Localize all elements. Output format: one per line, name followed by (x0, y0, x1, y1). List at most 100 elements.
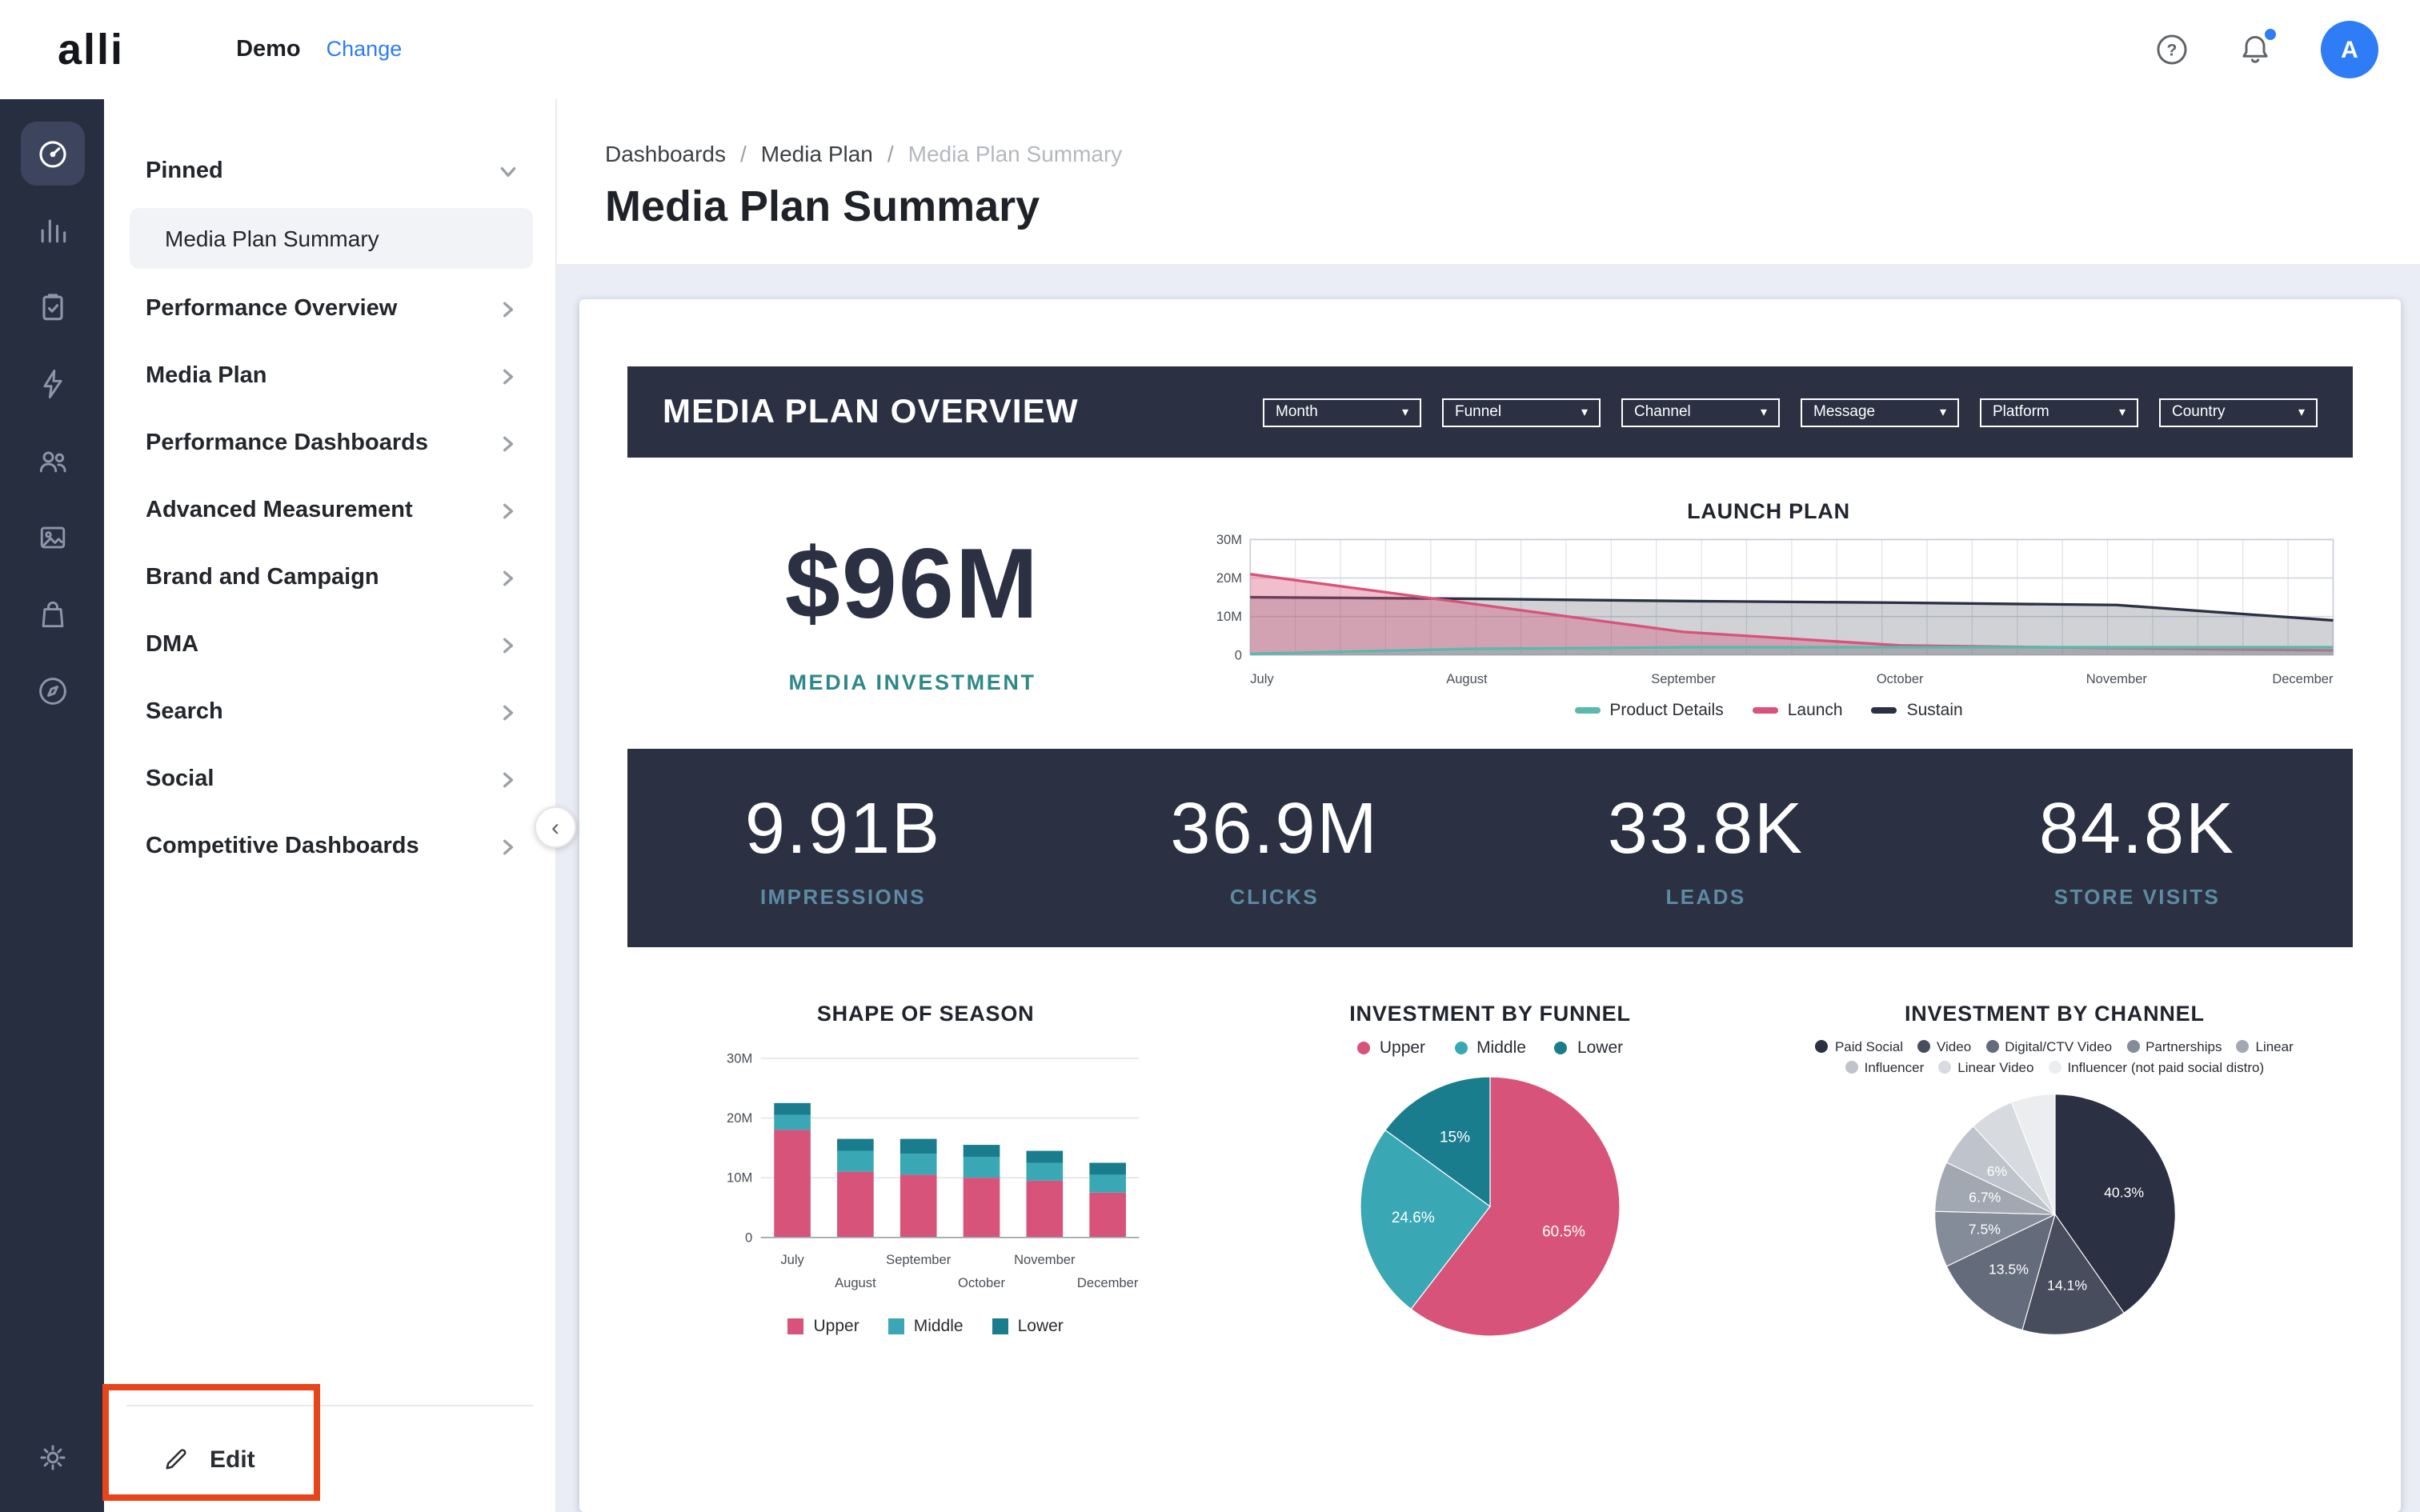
sidebar-item-label: Performance Dashboards (146, 430, 428, 456)
chart-title: INVESTMENT BY FUNNEL (1349, 1002, 1631, 1026)
app-root: alli Demo Change ? A (0, 0, 2420, 1512)
svg-text:August: August (1446, 672, 1488, 686)
svg-text:December: December (2272, 672, 2334, 686)
svg-text:20M: 20M (727, 1110, 753, 1126)
rail-item-commerce[interactable] (20, 582, 84, 646)
top-bar: alli Demo Change ? A (0, 0, 2420, 99)
sidebar-footer: Edit (104, 1405, 555, 1512)
rail-item-explore[interactable] (20, 659, 84, 723)
caret-down-icon: ▾ (1761, 406, 1767, 418)
sidebar-item-dma[interactable]: DMA (130, 611, 533, 678)
chevron-right-icon (499, 636, 517, 654)
sidebar-item-label: Media Plan (146, 363, 267, 389)
investment-value: $96M (634, 528, 1191, 642)
rail-item-audiences[interactable] (20, 429, 84, 493)
sidebar-item-performance-overview[interactable]: Performance Overview (130, 275, 533, 342)
filter-channel[interactable]: Channel ▾ (1621, 398, 1780, 426)
svg-text:24.6%: 24.6% (1392, 1210, 1435, 1226)
svg-text:13.5%: 13.5% (1988, 1262, 2028, 1278)
notifications-button[interactable] (2238, 32, 2273, 67)
chevron-right-icon (499, 502, 517, 519)
chevron-right-icon (499, 838, 517, 855)
chart-title: INVESTMENT BY CHANNEL (1905, 1002, 2205, 1026)
sidebar-item-advanced-measurement[interactable]: Advanced Measurement (130, 477, 533, 544)
rail-item-settings[interactable] (20, 1426, 84, 1490)
filter-funnel[interactable]: Funnel▾ (1442, 398, 1601, 426)
overview-title: MEDIA PLAN OVERVIEW (663, 393, 1079, 431)
rail-item-automation[interactable] (20, 352, 84, 416)
sidebar-item-performance-dashboards[interactable]: Performance Dashboards (130, 410, 533, 477)
change-workspace-link[interactable]: Change (327, 37, 403, 61)
edit-button[interactable]: Edit (104, 1406, 255, 1512)
sidebar-item-media-plan-summary[interactable]: Media Plan Summary (130, 208, 533, 269)
breadcrumb-media-plan[interactable]: Media Plan (761, 141, 873, 166)
sidebar-item-label: Social (146, 766, 214, 792)
rail-item-dashboards[interactable] (20, 122, 84, 186)
filter-month[interactable]: Month▾ (1263, 398, 1421, 426)
filter-platform[interactable]: Platform▾ (1980, 398, 2138, 426)
filter-country[interactable]: Country▾ (2159, 398, 2318, 426)
main-content: Dashboards / Media Plan / Media Plan Sum… (557, 99, 2420, 1512)
clipboard-check-icon (34, 290, 70, 325)
svg-text:6%: 6% (1986, 1163, 2007, 1179)
sidebar-section-pinned[interactable]: Pinned (130, 138, 533, 205)
sidebar-item-search[interactable]: Search (130, 678, 533, 746)
svg-text:0: 0 (1235, 648, 1242, 662)
bar-chart-icon (34, 213, 70, 248)
rail-item-creative[interactable] (20, 506, 84, 570)
chevron-right-icon (499, 569, 517, 586)
svg-text:15%: 15% (1440, 1130, 1470, 1146)
filter-label: Funnel (1455, 403, 1501, 421)
sidebar-item-competitive-dashboards[interactable]: Competitive Dashboards (130, 813, 533, 880)
rail-item-analytics[interactable] (20, 198, 84, 262)
compass-icon (34, 674, 70, 709)
avatar[interactable]: A (2321, 21, 2378, 78)
breadcrumb-dashboards[interactable]: Dashboards (605, 141, 726, 166)
sidebar-item-media-plan[interactable]: Media Plan (130, 342, 533, 410)
sidebar-item-label: DMA (146, 632, 198, 658)
svg-text:December: December (1078, 1275, 1140, 1290)
filter-label: Message (1813, 403, 1875, 421)
bottom-charts: SHAPE OF SEASON 010M20M30MJulyAugustSept… (627, 1002, 2353, 1339)
sidebar-item-label: Performance Overview (146, 296, 397, 322)
overview-header: MEDIA PLAN OVERVIEW Month▾ Funnel▾ Chann… (627, 366, 2353, 458)
chevron-right-icon (499, 300, 517, 318)
chart-title: LAUNCH PLAN (1687, 499, 1850, 523)
stat-label: STORE VISITS (1921, 885, 2353, 909)
pinned-label: Pinned (146, 158, 223, 184)
sidebar-item-label: Search (146, 699, 223, 725)
icon-rail (0, 99, 104, 1512)
investment-by-funnel-chart: INVESTMENT BY FUNNEL UpperMiddleLower 60… (1227, 1002, 1753, 1339)
shopping-bag-icon (34, 597, 70, 632)
sidebar-item-brand-and-campaign[interactable]: Brand and Campaign (130, 544, 533, 611)
breadcrumb-separator: / (740, 141, 747, 166)
svg-text:August: August (835, 1275, 877, 1290)
svg-text:September: September (887, 1252, 952, 1267)
stat-label: CLICKS (1059, 885, 1490, 909)
app-shell: Pinned Media Plan Summary Performance Ov… (0, 99, 2420, 1512)
sidebar-nav: Pinned Media Plan Summary Performance Ov… (104, 99, 555, 880)
caret-down-icon: ▾ (2298, 406, 2305, 418)
sidebar-item-social[interactable]: Social (130, 746, 533, 813)
svg-text:60.5%: 60.5% (1542, 1224, 1585, 1241)
svg-text:7.5%: 7.5% (1968, 1222, 2000, 1238)
help-button[interactable]: ? (2154, 32, 2190, 67)
filter-label: Platform (1993, 403, 2049, 421)
sidebar-collapse-button[interactable]: ‹ (535, 806, 576, 848)
media-plan-overview-card: MEDIA PLAN OVERVIEW Month▾ Funnel▾ Chann… (579, 299, 2401, 1512)
filter-message[interactable]: Message▾ (1801, 398, 1959, 426)
edit-label: Edit (210, 1446, 255, 1473)
workspace-name: Demo (236, 37, 301, 62)
rail-item-plans[interactable] (20, 275, 84, 339)
filter-label: Channel (1634, 403, 1691, 421)
users-icon (34, 443, 70, 478)
investment-section: $96M MEDIA INVESTMENT LAUNCH PLAN 010M20… (627, 458, 2353, 733)
chart-legend: Product DetailsLaunchSustain (1574, 701, 1962, 720)
alli-logo[interactable]: alli (58, 25, 124, 74)
shape-of-season-plot: 010M20M30MJulyAugustSeptemberOctoberNove… (702, 1038, 1150, 1310)
shape-of-season-chart: SHAPE OF SEASON 010M20M30MJulyAugustSept… (663, 1002, 1188, 1339)
stat-clicks: 36.9M CLICKS (1059, 787, 1490, 909)
svg-text:July: July (781, 1252, 805, 1267)
chevron-right-icon (499, 434, 517, 452)
chevron-right-icon (499, 367, 517, 385)
